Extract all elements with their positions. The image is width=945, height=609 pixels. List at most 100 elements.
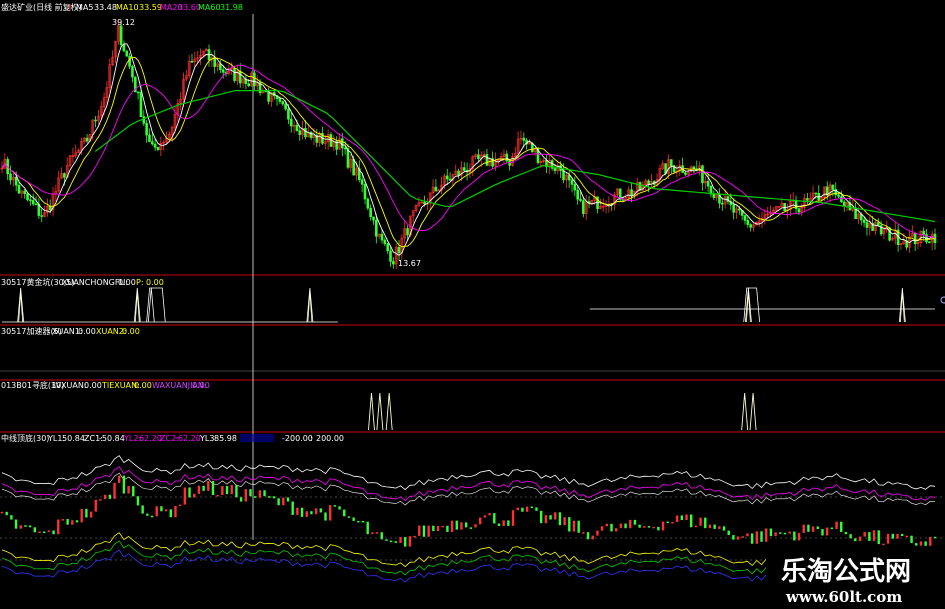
oscillator-bar bbox=[690, 514, 693, 528]
oscillator-bar bbox=[699, 517, 702, 526]
oscillator-bar bbox=[169, 509, 172, 518]
candle-body bbox=[219, 63, 222, 70]
candle-body bbox=[85, 137, 89, 142]
oscillator-bar bbox=[183, 487, 187, 505]
candle-body bbox=[573, 184, 577, 191]
oscillator-bar bbox=[544, 515, 548, 524]
candle-body bbox=[477, 154, 480, 160]
oscillator-bar bbox=[61, 519, 65, 521]
oscillator-bar bbox=[375, 532, 379, 534]
panel4-yl1-value: 50.84 bbox=[62, 434, 85, 443]
candle-body bbox=[701, 165, 704, 184]
oscillator-bar bbox=[493, 513, 496, 524]
oscillator-bar bbox=[277, 498, 280, 506]
oscillator-bar bbox=[404, 537, 407, 547]
candle-body bbox=[48, 206, 52, 211]
wick-marker-icon: † bbox=[68, 3, 72, 12]
oscillator-bar bbox=[155, 506, 158, 517]
candle-body bbox=[298, 130, 302, 135]
oscillator-bar bbox=[900, 533, 904, 537]
candle-body bbox=[148, 134, 151, 142]
panel4-zc1-value: -50.84 bbox=[99, 434, 125, 443]
oscillator-bar bbox=[146, 513, 149, 516]
oscillator-bar bbox=[57, 519, 60, 535]
oscillator-bar bbox=[882, 543, 885, 546]
oscillator-bar bbox=[207, 480, 210, 491]
oscillator-bar bbox=[319, 508, 323, 513]
candle-body bbox=[304, 127, 307, 138]
gold-pit-signal bbox=[746, 291, 751, 323]
oscillator-bar bbox=[394, 541, 398, 543]
candle-body bbox=[34, 203, 38, 206]
oscillator-bar bbox=[863, 532, 866, 537]
oscillator-bar bbox=[230, 485, 233, 495]
candle-body bbox=[352, 159, 355, 176]
oscillator-bar bbox=[422, 525, 426, 537]
panel3-field3-value: 0.00 bbox=[192, 381, 210, 390]
oscillator-bar bbox=[0, 511, 4, 514]
candle-body bbox=[14, 176, 18, 186]
candle-body bbox=[142, 116, 146, 124]
oscillator-bar bbox=[886, 533, 890, 544]
candle-body bbox=[865, 222, 869, 228]
panel3-field1-label: LVXUAN: bbox=[52, 381, 87, 390]
candle-body bbox=[448, 178, 452, 181]
oscillator-bar bbox=[755, 531, 759, 544]
oscillator-bar bbox=[94, 499, 97, 512]
candle-body bbox=[389, 250, 392, 262]
oscillator-bar bbox=[202, 485, 205, 491]
candle-body bbox=[706, 180, 710, 187]
oscillator-bar bbox=[244, 489, 247, 502]
oscillator-bar bbox=[450, 520, 454, 532]
oscillator-bar bbox=[460, 522, 463, 530]
oscillator-bar bbox=[872, 530, 876, 541]
oscillator-bar bbox=[188, 487, 191, 498]
candle-body bbox=[743, 215, 747, 221]
candle-body bbox=[128, 55, 131, 67]
candle-body bbox=[247, 83, 251, 87]
candle-body bbox=[40, 215, 44, 217]
oscillator-bar bbox=[821, 529, 824, 536]
oscillator-bar bbox=[263, 490, 266, 497]
oscillator-bar bbox=[5, 511, 8, 516]
panel2-field1-value: 0.00 bbox=[78, 327, 96, 336]
candle-body bbox=[445, 175, 449, 180]
oscillator-bar bbox=[502, 520, 505, 526]
oscillator-bar bbox=[816, 526, 819, 530]
candle-body bbox=[888, 227, 891, 241]
panel1-field2-label: P: bbox=[136, 278, 144, 287]
oscillator-bar bbox=[732, 535, 735, 540]
panel4-yl2-value: 62.20 bbox=[139, 434, 162, 443]
oscillator-bar bbox=[235, 485, 238, 498]
oscillator-bar bbox=[108, 494, 112, 499]
candle-body bbox=[366, 198, 370, 209]
candle-body bbox=[576, 189, 579, 200]
oscillator-bar bbox=[24, 525, 27, 527]
oscillator-bar bbox=[427, 525, 430, 537]
panel-bottom-finder bbox=[368, 392, 757, 431]
ma10-label: MA10 bbox=[116, 3, 139, 12]
candle-body bbox=[814, 192, 818, 195]
candle-body bbox=[837, 194, 840, 197]
oscillator-bar bbox=[291, 501, 294, 515]
oscillator-bar bbox=[474, 524, 477, 528]
panel4-field7-label: : bbox=[310, 434, 313, 443]
oscillator-bar bbox=[797, 532, 801, 541]
candle-body bbox=[462, 167, 466, 171]
oscillator-bar bbox=[464, 522, 468, 528]
candle-body bbox=[139, 92, 143, 117]
candle-body bbox=[341, 138, 344, 149]
oscillator-bar bbox=[858, 536, 862, 542]
oscillator-bar bbox=[924, 541, 927, 546]
candle-body bbox=[434, 186, 438, 192]
oscillator-bar bbox=[343, 509, 346, 517]
candle-body bbox=[233, 67, 236, 81]
oscillator-bar bbox=[633, 519, 637, 525]
candle-body bbox=[485, 154, 489, 166]
candle-body bbox=[749, 224, 752, 228]
gold-pit-signal bbox=[307, 291, 313, 323]
stock-chart[interactable]: 盛达矿业(日线 前复权) MA5 33.48 MA10 33.59 MA20 3… bbox=[0, 0, 945, 609]
oscillator-bar bbox=[52, 530, 55, 535]
candle-body bbox=[343, 147, 347, 150]
oscillator-bar bbox=[413, 535, 416, 538]
